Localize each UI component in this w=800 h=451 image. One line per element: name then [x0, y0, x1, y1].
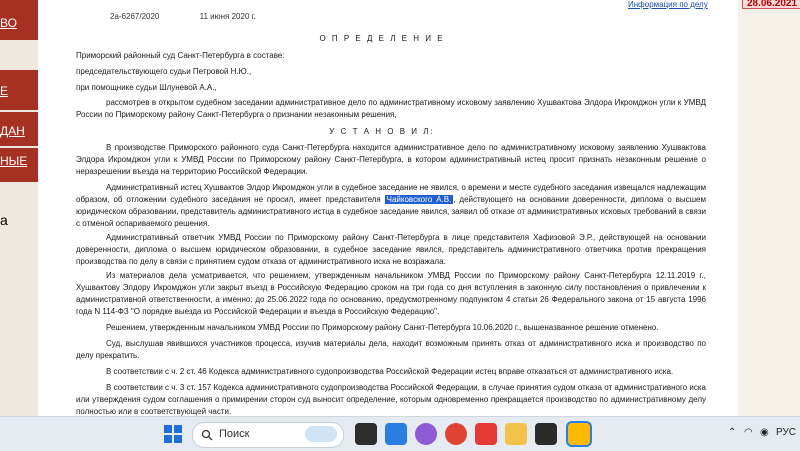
- paragraph-1: В производстве Приморского районного суд…: [76, 143, 706, 176]
- paragraph-5: Решением, утвержденным начальником УМВД …: [106, 323, 659, 332]
- search-highlight-icon: [305, 426, 337, 442]
- pycharm-icon[interactable]: [535, 423, 557, 445]
- established-heading: У С Т А Н О В И Л:: [329, 127, 435, 136]
- left-sidebar: ВО Е ДАН НЫЕ а: [0, 0, 38, 416]
- chrome-icon[interactable]: [445, 423, 467, 445]
- highlighted-name: Чайковского А.В.: [384, 195, 454, 204]
- sidebar-item-3-label[interactable]: ДАН: [0, 124, 25, 138]
- document-title: О П Р Е Д Е Л Е Н И Е: [319, 34, 445, 43]
- assistant-line: при помощнике судьи Шлуневой А.А.,: [76, 83, 217, 92]
- windows-start-icon[interactable]: [162, 423, 184, 445]
- paragraph-8: В соответствии с ч. 3 ст. 157 Кодекса ад…: [76, 383, 706, 416]
- case-number: 2а-6267/2020: [110, 12, 160, 21]
- date-badge: 28.06.2021: [742, 0, 800, 9]
- paragraph-2: Административный истец Хушвактов Элдор И…: [76, 182, 706, 230]
- sidebar-item-2[interactable]: Е: [0, 70, 38, 110]
- sidebar-item-4[interactable]: НЫЕ: [0, 148, 38, 182]
- search-icon: [201, 429, 213, 441]
- tray-chevron-icon[interactable]: ⌃: [728, 427, 736, 438]
- sidebar-text: а: [0, 212, 8, 228]
- right-panel: [738, 0, 800, 416]
- paragraph-7: В соответствии с ч. 2 ст. 46 Кодекса адм…: [106, 367, 674, 376]
- sidebar-item-1[interactable]: ВО: [0, 0, 38, 40]
- language-indicator[interactable]: РУС: [776, 427, 796, 438]
- task-view-icon[interactable]: [355, 423, 377, 445]
- sidebar-item-3[interactable]: ДАН: [0, 112, 38, 146]
- info-link[interactable]: Информация по делу: [628, 0, 708, 9]
- network-icon[interactable]: ◠: [744, 427, 753, 438]
- paragraph-4: Из материалов дела усматривается, что ре…: [76, 271, 706, 316]
- sidebar-item-1-label[interactable]: ВО: [0, 16, 17, 30]
- taskbar: Поиск ⌃ ◠ ◉ РУС: [0, 416, 800, 451]
- paragraph-3: Административный ответчик УМВД России по…: [76, 233, 706, 266]
- case-meta: 2а-6267/2020 11 июня 2020 г.: [110, 12, 294, 21]
- taskbar-search[interactable]: Поиск: [192, 422, 344, 448]
- case-date: 11 июня 2020 г.: [199, 12, 256, 21]
- viber-icon[interactable]: [415, 423, 437, 445]
- store-icon[interactable]: [385, 423, 407, 445]
- court-line: Приморский районный суд Санкт-Петербурга…: [76, 51, 285, 60]
- browser-page: ВО Е ДАН НЫЕ а 28.06.2021 2а-6267/2020 1…: [0, 0, 800, 416]
- sidebar-item-4-label[interactable]: НЫЕ: [0, 154, 27, 168]
- judge-line: председательствующего судьи Петровой Н.Ю…: [76, 67, 252, 76]
- considered-paragraph: рассмотрев в открытом судебном заседании…: [76, 98, 706, 119]
- volume-icon[interactable]: ◉: [760, 427, 769, 438]
- yandex-browser-icon[interactable]: [475, 423, 497, 445]
- active-app-icon[interactable]: [566, 421, 592, 447]
- search-placeholder: Поиск: [219, 428, 250, 440]
- paragraph-6: Суд, выслушав явившихся участников проце…: [76, 339, 706, 360]
- sidebar-item-2-label[interactable]: Е: [0, 84, 8, 98]
- folder-icon[interactable]: [505, 423, 527, 445]
